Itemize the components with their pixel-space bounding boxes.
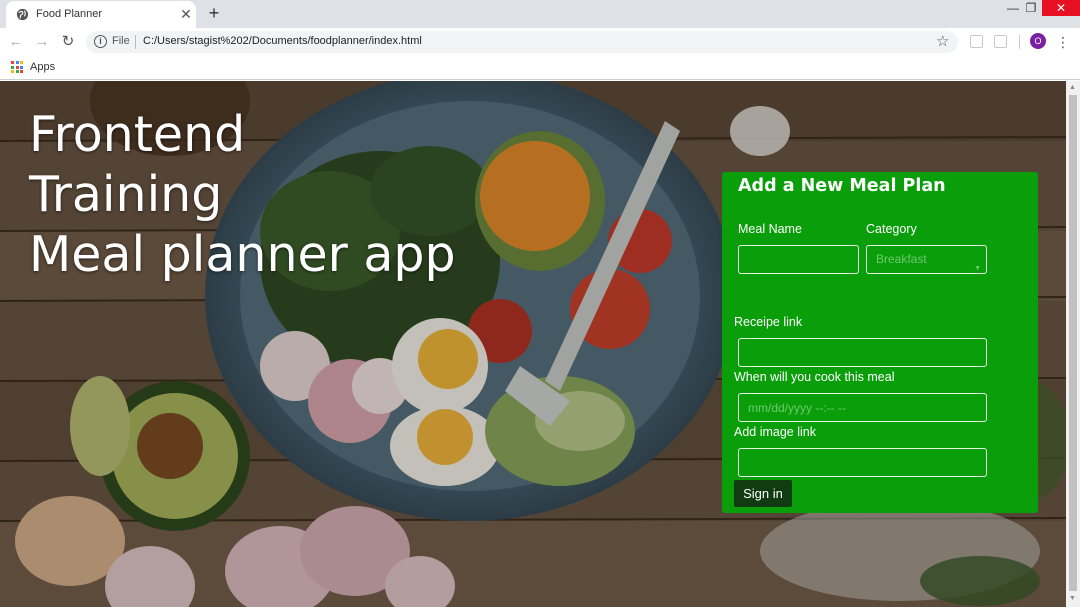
tab-title: Food Planner bbox=[36, 8, 103, 20]
image-link-label: Add image link bbox=[734, 425, 816, 439]
sign-in-button[interactable]: Sign in bbox=[734, 480, 792, 507]
toolbar-divider bbox=[1019, 35, 1020, 49]
tab-strip: Food Planner ✕ + — ❐ ✕ bbox=[0, 0, 1080, 28]
back-icon[interactable]: ← bbox=[6, 32, 26, 52]
globe-icon bbox=[16, 8, 29, 21]
new-tab-button[interactable]: + bbox=[204, 3, 224, 23]
cook-date-input[interactable] bbox=[738, 393, 987, 422]
profile-avatar[interactable]: O bbox=[1030, 33, 1046, 49]
apps-bookmark[interactable]: Apps bbox=[30, 61, 55, 73]
restore-button[interactable]: ❐ bbox=[1018, 0, 1044, 16]
page-scrollbar[interactable]: ▲ ▼ bbox=[1066, 81, 1080, 607]
hero-heading: Frontend Training Meal planner app bbox=[29, 105, 509, 285]
scrollbar-thumb[interactable] bbox=[1069, 95, 1077, 591]
meal-plan-form: Add a New Meal Plan Meal Name Category B… bbox=[722, 172, 1038, 513]
hero-line: Meal planner app bbox=[29, 226, 456, 283]
scroll-down-icon[interactable]: ▼ bbox=[1069, 595, 1076, 602]
address-divider bbox=[135, 35, 136, 49]
tab-food-planner[interactable]: Food Planner ✕ bbox=[6, 1, 196, 28]
tab-close-icon[interactable]: ✕ bbox=[177, 5, 195, 23]
category-selected-value: Breakfast bbox=[876, 252, 927, 266]
scroll-up-icon[interactable]: ▲ bbox=[1069, 84, 1076, 91]
form-title: Add a New Meal Plan bbox=[738, 176, 946, 196]
address-bar[interactable]: i File C:/Users/stagist%202/Documents/fo… bbox=[86, 31, 958, 53]
scheme-label: File bbox=[112, 35, 130, 47]
recipe-link-input[interactable] bbox=[738, 338, 987, 367]
extension-icon[interactable] bbox=[970, 35, 983, 48]
close-window-button[interactable]: ✕ bbox=[1042, 0, 1080, 16]
browser-toolbar: ← → ↻ i File C:/Users/stagist%202/Docume… bbox=[0, 28, 1080, 56]
meal-name-label: Meal Name bbox=[738, 222, 802, 236]
image-link-input[interactable] bbox=[738, 448, 987, 477]
hero-line: Frontend bbox=[29, 106, 246, 163]
url-text[interactable]: C:/Users/stagist%202/Documents/foodplann… bbox=[143, 35, 422, 47]
extension-icon[interactable] bbox=[994, 35, 1007, 48]
hero-line: Training bbox=[29, 166, 223, 223]
more-menu-icon[interactable]: ⋮ bbox=[1056, 32, 1070, 52]
forward-icon[interactable]: → bbox=[32, 32, 52, 52]
page-viewport: Frontend Training Meal planner app Add a… bbox=[0, 81, 1066, 607]
meal-name-input[interactable] bbox=[738, 245, 859, 274]
bookmarks-bar: Apps bbox=[0, 56, 1080, 80]
recipe-link-label: Receipe link bbox=[734, 315, 803, 329]
info-icon[interactable]: i bbox=[94, 35, 107, 48]
apps-grid-icon[interactable] bbox=[11, 61, 23, 73]
bookmark-star-icon[interactable]: ☆ bbox=[936, 32, 949, 50]
chevron-down-icon: ▼ bbox=[974, 265, 981, 272]
category-select[interactable]: Breakfast ▼ bbox=[866, 245, 987, 274]
reload-icon[interactable]: ↻ bbox=[58, 32, 78, 52]
category-label: Category bbox=[866, 222, 917, 236]
cook-date-label: When will you cook this meal bbox=[734, 370, 895, 384]
